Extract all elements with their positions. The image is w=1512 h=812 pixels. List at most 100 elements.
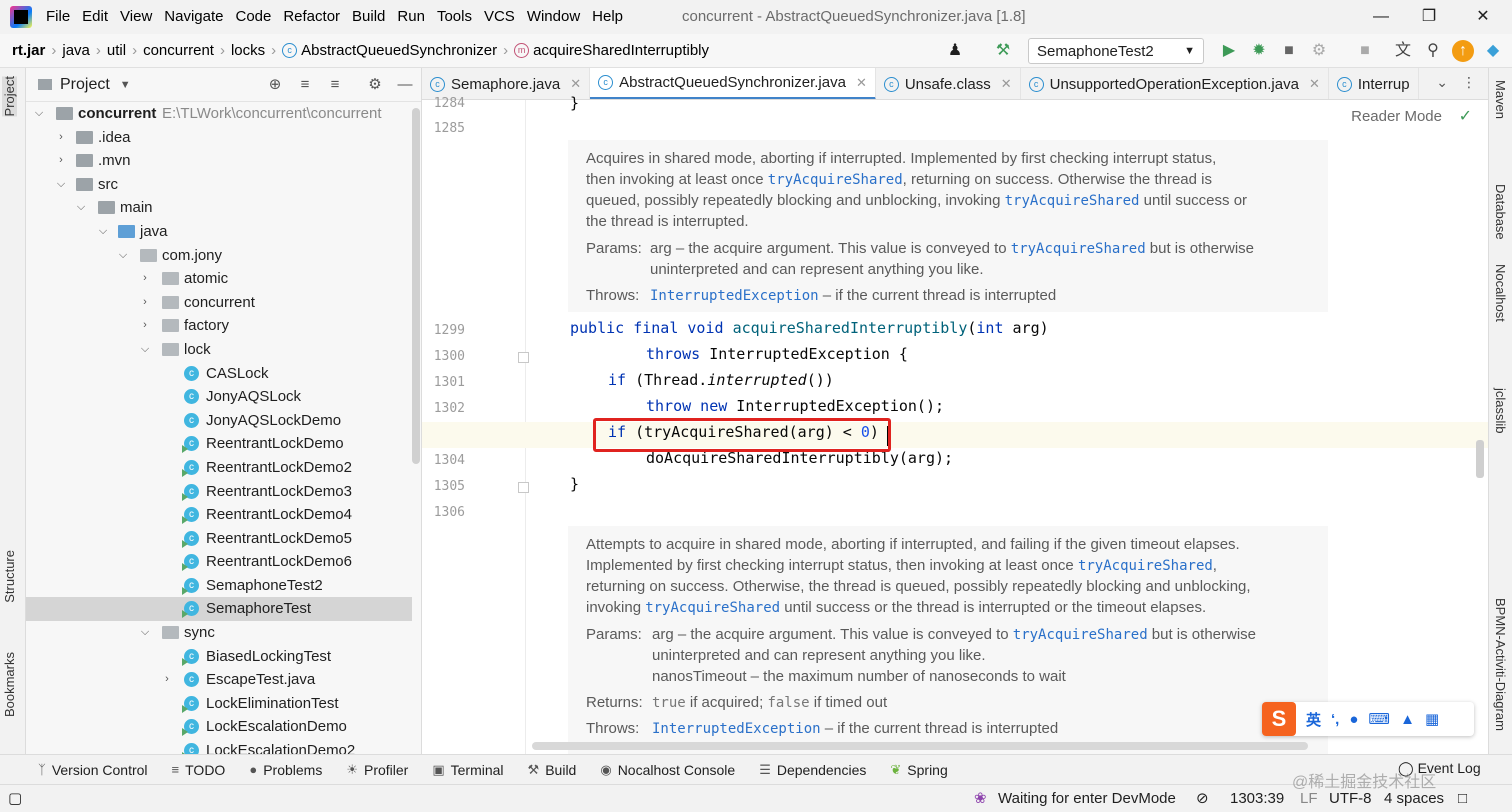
doc-link[interactable]: tryAcquireShared: [1011, 241, 1146, 257]
tool-build[interactable]: ⚒ Build: [528, 762, 577, 778]
breadcrumb-concurrent[interactable]: concurrent: [143, 42, 214, 59]
tree-item-root[interactable]: ⌵ concurrent E:\TLWork\concurrent\concur…: [26, 102, 412, 126]
doc-link[interactable]: InterruptedException: [650, 288, 819, 304]
tool-tab-bookmarks[interactable]: Bookmarks: [2, 652, 17, 717]
tree-item[interactable]: › .mvn: [26, 149, 412, 173]
keyboard-icon[interactable]: ⌨: [1368, 710, 1390, 728]
close-icon[interactable]: ✕: [1309, 76, 1320, 92]
tree-item[interactable]: › .idea: [26, 126, 412, 150]
tool-profiler[interactable]: ☀ Profiler: [346, 762, 408, 778]
menu-refactor[interactable]: Refactor: [277, 0, 346, 34]
close-icon[interactable]: ✕: [1001, 76, 1012, 92]
chevron-down-icon[interactable]: ⌵: [74, 196, 88, 220]
menu-help[interactable]: Help: [586, 0, 629, 34]
doc-link[interactable]: tryAcquireShared: [1078, 558, 1213, 574]
tool-tab-database[interactable]: Database: [1493, 184, 1508, 240]
tool-spring[interactable]: ❦ Spring: [890, 762, 947, 778]
debug-icon[interactable]: ✹: [1248, 40, 1270, 62]
tree-item[interactable]: c JonyAQSLock: [26, 385, 412, 409]
tree-item[interactable]: ⌵ sync: [26, 621, 412, 645]
doc-link[interactable]: tryAcquireShared: [1005, 193, 1140, 209]
tree-item[interactable]: ⌵ src: [26, 173, 412, 197]
devmode-status[interactable]: Waiting for enter DevMode: [998, 785, 1176, 812]
chevron-down-icon[interactable]: ⌵: [32, 102, 46, 126]
tree-item[interactable]: ⌵ com.jony: [26, 244, 412, 268]
menu-view[interactable]: View: [114, 0, 158, 34]
reader-mode-button[interactable]: Reader Mode: [1351, 108, 1442, 125]
tree-item[interactable]: › atomic: [26, 267, 412, 291]
menu-window[interactable]: Window: [521, 0, 586, 34]
doc-link[interactable]: tryAcquireShared: [768, 172, 903, 188]
tree-item[interactable]: c LockEscalationDemo2: [26, 739, 412, 754]
close-window-button[interactable]: ✕: [1460, 0, 1506, 34]
update-icon[interactable]: ↑: [1452, 40, 1474, 62]
tool-dependencies[interactable]: ☰ Dependencies: [759, 762, 866, 778]
locate-icon[interactable]: ⊕: [264, 74, 286, 96]
tree-item[interactable]: c JonyAQSLockDemo: [26, 409, 412, 433]
menu-code[interactable]: Code: [229, 0, 277, 34]
plugin-icon[interactable]: ◆: [1482, 40, 1504, 62]
tab-aqs[interactable]: c AbstractQueuedSynchronizer.java ✕: [590, 68, 876, 99]
doc-link[interactable]: InterruptedException: [652, 721, 821, 737]
more-icon[interactable]: ⋮: [1462, 74, 1476, 91]
close-icon[interactable]: ✕: [856, 75, 867, 91]
menu-navigate[interactable]: Navigate: [158, 0, 229, 34]
minimize-button[interactable]: —: [1358, 0, 1404, 34]
tree-item[interactable]: c ReentrantLockDemo5: [26, 527, 412, 551]
tree-item[interactable]: c LockEscalationDemo: [26, 715, 412, 739]
tree-item[interactable]: › factory: [26, 314, 412, 338]
profile-icon[interactable]: ⚙: [1308, 40, 1330, 62]
caret-position[interactable]: 1303:39: [1230, 785, 1284, 812]
tree-item[interactable]: c LockEliminationTest: [26, 692, 412, 716]
user-icon[interactable]: ♟: [944, 40, 966, 62]
tree-item[interactable]: c CASLock: [26, 362, 412, 386]
stop-icon[interactable]: ■: [1354, 40, 1376, 62]
editor-scroll-marker[interactable]: [1476, 440, 1484, 478]
tree-item[interactable]: c ReentrantLockDemo2: [26, 456, 412, 480]
translate-icon[interactable]: 文: [1392, 40, 1414, 62]
tree-item[interactable]: c ReentrantLockDemo3: [26, 480, 412, 504]
hide-icon[interactable]: —: [394, 74, 416, 96]
chevron-down-icon[interactable]: ⌄: [1436, 74, 1448, 91]
build-hammer-icon[interactable]: ⚒: [992, 40, 1014, 62]
chevron-down-icon[interactable]: ▼: [120, 79, 131, 91]
chevron-right-icon[interactable]: ›: [54, 149, 68, 173]
sogou-logo-icon[interactable]: S: [1262, 702, 1296, 736]
breadcrumb-class[interactable]: AbstractQueuedSynchronizer: [301, 42, 497, 59]
run-icon[interactable]: ▶: [1218, 40, 1240, 62]
tree-item[interactable]: › c EscapeTest.java: [26, 668, 412, 692]
chevron-down-icon[interactable]: ⌵: [138, 621, 152, 645]
chevron-right-icon[interactable]: ›: [138, 314, 152, 338]
gear-icon[interactable]: ⚙: [364, 74, 386, 96]
tree-item[interactable]: c ReentrantLockDemo6: [26, 550, 412, 574]
tree-item[interactable]: c ReentrantLockDemo4: [26, 503, 412, 527]
tool-version-control[interactable]: ᛉ Version Control: [38, 762, 148, 778]
chevron-right-icon[interactable]: ›: [138, 291, 152, 315]
menu-tools[interactable]: Tools: [431, 0, 478, 34]
tree-item[interactable]: c ReentrantLockDemo: [26, 432, 412, 456]
tool-tab-jclasslib[interactable]: jclasslib: [1493, 388, 1508, 434]
tree-item[interactable]: ⌵ java: [26, 220, 412, 244]
tool-tab-maven[interactable]: Maven: [1493, 80, 1508, 119]
tree-item-selected[interactable]: c SemaphoreTest: [26, 597, 412, 622]
punctuation-icon[interactable]: ‘,: [1331, 711, 1339, 728]
breadcrumb-locks[interactable]: locks: [231, 42, 265, 59]
chevron-right-icon[interactable]: ›: [54, 126, 68, 150]
tree-item[interactable]: ⌵ main: [26, 196, 412, 220]
tree-item[interactable]: ⌵ lock: [26, 338, 412, 362]
editor-horizontal-scrollbar[interactable]: [532, 742, 1308, 750]
chevron-right-icon[interactable]: ›: [138, 267, 152, 291]
menu-vcs[interactable]: VCS: [478, 0, 521, 34]
breadcrumb-java[interactable]: java: [62, 42, 90, 59]
chevron-down-icon[interactable]: ⌵: [138, 338, 152, 362]
tool-tab-structure[interactable]: Structure: [2, 550, 17, 603]
skin-icon[interactable]: ▲: [1400, 711, 1415, 728]
lock-icon[interactable]: □: [1458, 785, 1467, 812]
tool-tab-project[interactable]: Project: [2, 76, 17, 117]
chevron-right-icon[interactable]: ›: [160, 668, 174, 692]
tool-todo[interactable]: ≡ TODO: [172, 762, 226, 778]
tool-nocalhost-console[interactable]: ◉ Nocalhost Console: [600, 762, 735, 778]
chevron-down-icon[interactable]: ⌵: [116, 244, 130, 268]
doc-link[interactable]: tryAcquireShared: [1013, 627, 1148, 643]
menu-run[interactable]: Run: [391, 0, 431, 34]
